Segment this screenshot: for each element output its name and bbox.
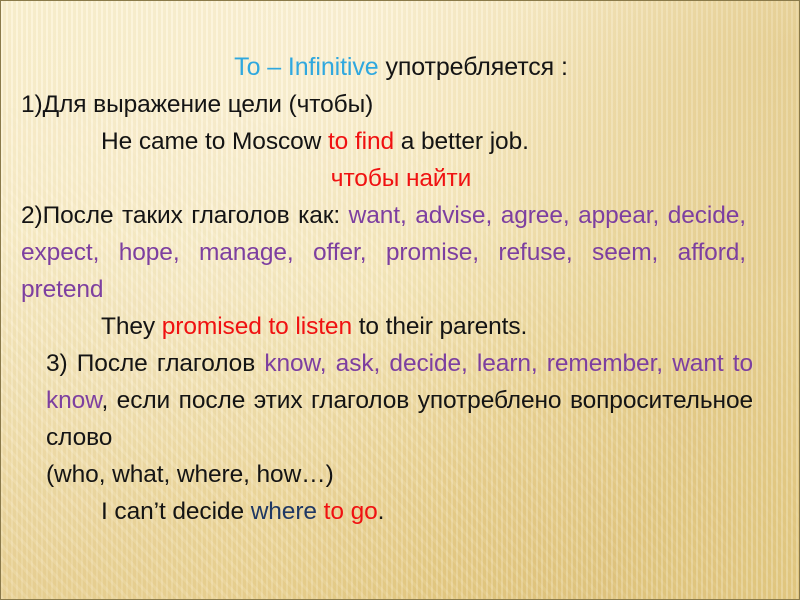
rule-2-number: 2) (21, 202, 43, 229)
rule-3-question-words: (who, what, where, how…) (46, 461, 334, 488)
rule-1-example-after: a better job. (394, 128, 529, 155)
slide-content: To – Infinitive употребляется : 1)Для вы… (1, 1, 799, 599)
rule-1-translation: чтобы найти (330, 165, 472, 192)
rule-3-example-highlight: to go (323, 498, 378, 525)
rule-1-example: He came to Moscow to find a better job. (1, 123, 799, 160)
rule-3-condition: , если после этих глаголов употреблено в… (46, 387, 753, 451)
rule-2-example-before: They (101, 313, 162, 340)
rule-1-number: 1) (21, 91, 43, 118)
rule-2-example: They promised to listen to their parents… (1, 308, 799, 345)
rule-2-block: 2)После таких глаголов как: want, advise… (21, 197, 746, 308)
rule-3-example: I can’t decide where to go. (1, 493, 799, 530)
rule-3-lead: После глаголов (76, 350, 265, 377)
rule-3-example-after: . (377, 498, 385, 525)
rule-2-example-after: to their parents. (352, 313, 528, 340)
slide-title: To – Infinitive употребляется : (1, 48, 799, 86)
rule-1-text: Для выражение цели (чтобы) (42, 91, 374, 118)
rule-1-heading: 1)Для выражение цели (чтобы) (1, 86, 799, 123)
slide: To – Infinitive употребляется : 1)Для вы… (0, 0, 800, 600)
rule-3-example-before: I can’t decide (101, 498, 251, 525)
rule-1-example-highlight: to find (327, 128, 394, 155)
rule-3-example-space (317, 498, 324, 525)
rule-3-block: 3) После глаголов know, ask, decide, lea… (46, 345, 753, 456)
rule-3-number: 3) (46, 350, 77, 377)
title-russian-text: употребляется : (378, 53, 568, 81)
title-english-term: To – Infinitive (234, 53, 379, 81)
rule-3-example-question-word: where (250, 498, 317, 525)
rule-1-example-before: He came to Moscow (101, 128, 328, 155)
rule-2-example-highlight: promised to listen (161, 313, 352, 340)
rule-2-lead: После таких глаголов как: (42, 202, 349, 229)
